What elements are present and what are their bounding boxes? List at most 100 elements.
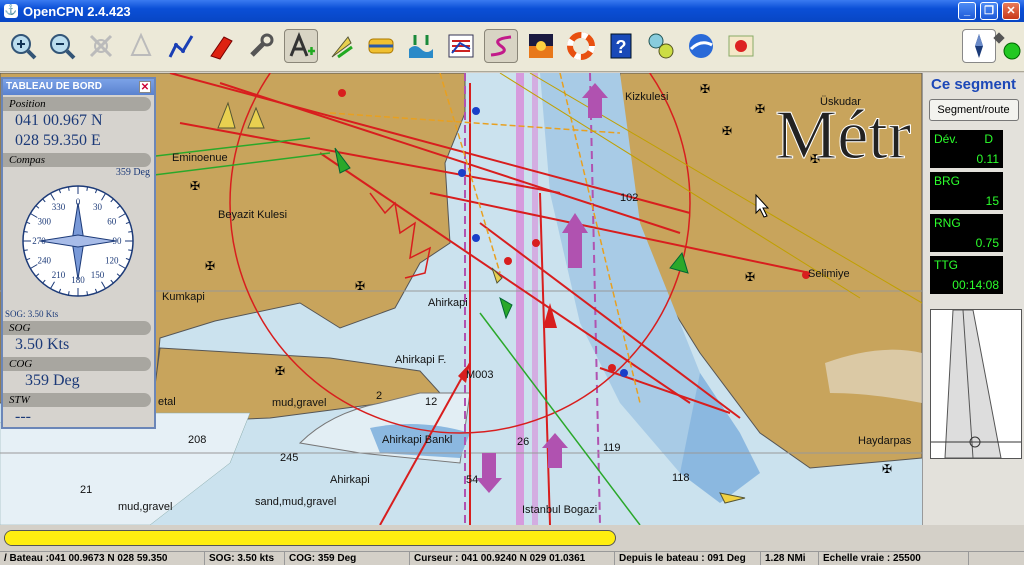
plugin-button[interactable] xyxy=(644,29,678,63)
text-a-icon xyxy=(289,31,315,57)
dev-value: 0.11 xyxy=(976,152,999,166)
label-ahirkapi-top: Ahirkapi xyxy=(428,297,468,309)
label-istanbul: Istanbul Bogazi xyxy=(522,504,597,516)
route-manager-icon xyxy=(448,34,474,58)
dev-label: Dév. xyxy=(934,132,958,146)
rng-value: 0.75 xyxy=(975,236,999,250)
auto-follow-button[interactable] xyxy=(204,29,238,63)
stw-value: --- xyxy=(15,408,31,425)
google-earth-button[interactable] xyxy=(684,29,718,63)
label-kumkapi: Kumkapi xyxy=(162,291,205,303)
depth-208: 208 xyxy=(188,434,206,446)
scale-out-button[interactable] xyxy=(124,29,158,63)
compass-rose-icon: 0 30 60 90 120150 180 210240 270 300330 xyxy=(22,185,134,297)
label-sand-mud-gravel: sand,mud,gravel xyxy=(255,496,336,508)
brg-value: 15 xyxy=(985,194,999,208)
tide-button[interactable] xyxy=(404,29,438,63)
progress-fill xyxy=(5,531,603,545)
zoom-in-button[interactable] xyxy=(6,29,40,63)
label-selimiye: Selimiye xyxy=(808,268,850,280)
depth-21: 21 xyxy=(80,484,92,496)
highway-lanes-icon xyxy=(931,309,1021,459)
scale-out-icon xyxy=(130,32,152,56)
chart-plugin-icon xyxy=(728,35,754,57)
lifebuoy-icon xyxy=(567,32,595,60)
label-ahirkapi-fn: Ahirkapi F. xyxy=(395,354,446,366)
dashboard-close-icon[interactable]: ✕ xyxy=(139,81,151,93)
compass-tick-label: 30 xyxy=(93,202,103,212)
sog-value: 3.50 Kts xyxy=(15,336,70,353)
current-icon xyxy=(368,38,394,54)
depth-54: 54 xyxy=(466,474,478,486)
label-eminonu: Eminoenue xyxy=(172,152,228,164)
minimize-button[interactable]: _ xyxy=(958,2,976,20)
current-button[interactable] xyxy=(364,29,398,63)
rng-box: RNG 0.75 xyxy=(930,214,1003,252)
depth-26: 26 xyxy=(517,436,529,448)
brg-box: BRG 15 xyxy=(930,172,1003,210)
label-haydarpas: Haydarpas xyxy=(858,435,912,447)
depth-12: 12 xyxy=(425,396,437,408)
route-button[interactable] xyxy=(164,29,198,63)
wrench-icon xyxy=(250,33,274,57)
svg-text:✠: ✠ xyxy=(745,270,755,284)
zoom-out-button[interactable] xyxy=(45,29,79,63)
stw-caption: STW xyxy=(3,393,151,407)
ais-toggle-button[interactable] xyxy=(324,29,358,63)
dev-dir: D xyxy=(984,132,993,146)
label-metre: Métr xyxy=(775,97,911,174)
svg-text:✠: ✠ xyxy=(755,102,765,116)
compass-tick-label: 120 xyxy=(105,256,119,266)
status-area: / Bateau :041 00.9673 N 028 59.350 SOG: … xyxy=(0,525,1024,565)
track-button[interactable] xyxy=(484,29,518,63)
svg-text:✠: ✠ xyxy=(275,364,285,378)
compass-tick-label: 270 xyxy=(32,236,46,246)
highway-view xyxy=(930,309,1022,459)
label-beyazit: Beyazit Kulesi xyxy=(218,209,287,221)
progress-bar xyxy=(4,530,616,546)
opencpn-app-icon: ⚓ xyxy=(4,4,18,18)
label-mud-gravel-1: mud,gravel xyxy=(272,397,326,409)
close-button[interactable]: ✕ xyxy=(1002,2,1020,20)
settings-button[interactable] xyxy=(244,29,278,63)
compass-sog: SOG: 3.50 Kts xyxy=(5,309,59,319)
status-cursor: Curseur : 041 00.9240 N 029 01.0361 xyxy=(410,552,615,565)
segment-panel: Ce segment Segment/route Dév. D 0.11 BRG 15… xyxy=(922,73,1024,525)
text-toggle-button[interactable] xyxy=(284,29,318,63)
label-kizkulesi: Kizkulesi xyxy=(625,91,668,103)
track-icon xyxy=(490,35,512,57)
weather-plugin-icon xyxy=(648,33,674,59)
segment-route-button[interactable]: Segment/route xyxy=(928,99,1019,121)
svg-text:✠: ✠ xyxy=(722,124,732,138)
chartdownloader-button[interactable] xyxy=(724,29,758,63)
svg-text:✠: ✠ xyxy=(700,82,710,96)
scale-in-button[interactable] xyxy=(84,29,118,63)
help-button[interactable]: ? xyxy=(604,29,638,63)
compass-tick-label: 180 xyxy=(71,275,85,285)
rng-label: RNG xyxy=(934,216,961,230)
color-scheme-button[interactable] xyxy=(524,29,558,63)
zoom-in-icon xyxy=(11,34,37,60)
compass-tick-label: 0 xyxy=(76,197,81,207)
segment-title: Ce segment xyxy=(930,76,1017,93)
dashboard-panel[interactable]: TABLEAU DE BORD ✕ Position 041 00.967 N 0… xyxy=(1,77,156,429)
svg-text:?: ? xyxy=(616,37,627,57)
gps-status-icon xyxy=(993,32,1021,60)
label-etal: etal xyxy=(158,396,176,408)
tide-icon xyxy=(409,35,433,58)
sunset-icon xyxy=(529,34,553,58)
label-ahirkapi-bankl: Ahirkapi Bankl xyxy=(382,434,452,446)
window-title: OpenCPN 2.4.423 xyxy=(23,3,131,19)
mob-button[interactable] xyxy=(564,29,598,63)
compass-caption: Compas xyxy=(3,153,151,167)
gps-status-button[interactable] xyxy=(990,29,1024,63)
status-distance: 1.28 NMi xyxy=(761,552,819,565)
maximize-button[interactable]: ❐ xyxy=(980,2,998,20)
dashboard-header: TABLEAU DE BORD ✕ xyxy=(3,79,154,95)
compass-tick-label: 240 xyxy=(37,256,51,266)
brg-label: BRG xyxy=(934,174,961,188)
route-manager-button[interactable] xyxy=(444,29,478,63)
title-bar: ⚓ OpenCPN 2.4.423 _ ❐ ✕ xyxy=(0,0,1024,22)
compass-tick-label: 330 xyxy=(52,202,66,212)
status-scale: Echelle vraie : 25500 xyxy=(819,552,969,565)
